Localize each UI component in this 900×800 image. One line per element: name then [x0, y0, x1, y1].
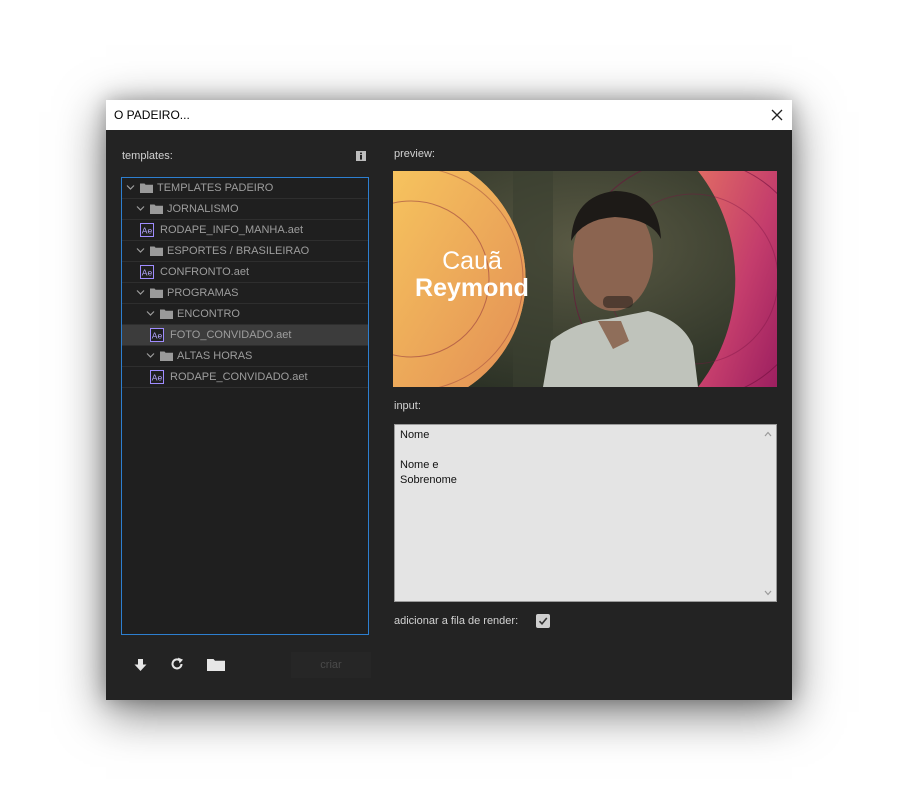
- tree-file-row[interactable]: Ae FOTO_CONVIDADO.aet: [122, 325, 368, 346]
- checkmark-icon: [538, 617, 548, 626]
- folder-icon: [150, 204, 163, 214]
- info-icon[interactable]: [356, 151, 366, 161]
- folder-icon: [160, 351, 173, 361]
- svg-text:Ae: Ae: [152, 373, 163, 383]
- folder-icon: [150, 246, 163, 256]
- render-queue-checkbox[interactable]: [536, 614, 550, 628]
- dialog-window: O PADEIRO... templates: TEMPLATES PADEIR…: [106, 100, 792, 700]
- chevron-down-icon[interactable]: [136, 246, 145, 255]
- tree-folder-row[interactable]: ENCONTRO: [122, 304, 368, 325]
- tree-item-label: JORNALISMO: [167, 203, 239, 215]
- tree-item-label: TEMPLATES PADEIRO: [157, 182, 274, 194]
- tree-file-row[interactable]: Ae RODAPE_CONVIDADO.aet: [122, 367, 368, 388]
- tree-file-row[interactable]: Ae CONFRONTO.aet: [122, 262, 368, 283]
- scroll-up-icon[interactable]: [764, 431, 772, 437]
- chevron-down-icon[interactable]: [146, 351, 155, 360]
- tree-item-label: ESPORTES / BRASILEIRAO: [167, 245, 310, 257]
- template-tree[interactable]: TEMPLATES PADEIRO JORNALISMO Ae RODAPE_INFO…: [121, 177, 369, 635]
- tree-folder-row[interactable]: TEMPLATES PADEIRO: [122, 178, 368, 199]
- create-button[interactable]: criar: [291, 652, 371, 678]
- scroll-down-icon[interactable]: [764, 590, 772, 596]
- preview-label: preview:: [394, 148, 435, 160]
- after-effects-file-icon: Ae: [140, 223, 154, 237]
- input-line: [400, 443, 771, 458]
- svg-text:Ae: Ae: [152, 331, 163, 341]
- preview-last-name: Reymond: [415, 274, 529, 302]
- close-icon: [771, 109, 783, 121]
- refresh-icon[interactable]: [170, 657, 184, 671]
- after-effects-file-icon: Ae: [150, 328, 164, 342]
- after-effects-file-icon: Ae: [140, 265, 154, 279]
- svg-text:Ae: Ae: [142, 226, 153, 236]
- preview-image: Cauã Reymond: [393, 171, 777, 387]
- tree-folder-row[interactable]: ESPORTES / BRASILEIRAO: [122, 241, 368, 262]
- folder-icon[interactable]: [207, 658, 225, 671]
- render-queue-label: adicionar a fila de render:: [394, 615, 519, 627]
- close-button[interactable]: [762, 100, 792, 130]
- chevron-down-icon[interactable]: [136, 288, 145, 297]
- input-textarea[interactable]: Nome Nome e Sobrenome: [394, 424, 777, 602]
- preview-first-name: Cauã: [442, 247, 502, 275]
- tree-item-label: ENCONTRO: [177, 308, 240, 320]
- input-line: Nome: [400, 429, 430, 441]
- tree-item-label: RODAPE_CONVIDADO.aet: [170, 371, 308, 383]
- input-line: Sobrenome: [400, 474, 457, 486]
- input-label: input:: [394, 400, 421, 412]
- svg-text:Ae: Ae: [142, 268, 153, 278]
- tree-item-label: RODAPE_INFO_MANHA.aet: [160, 224, 304, 236]
- templates-label: templates:: [122, 150, 173, 162]
- title-bar: O PADEIRO...: [106, 100, 792, 130]
- download-icon[interactable]: [134, 658, 147, 672]
- tree-folder-row[interactable]: PROGRAMAS: [122, 283, 368, 304]
- chevron-down-icon[interactable]: [136, 204, 145, 213]
- tree-folder-row[interactable]: ALTAS HORAS: [122, 346, 368, 367]
- chevron-down-icon[interactable]: [146, 309, 155, 318]
- folder-icon: [140, 183, 153, 193]
- chevron-down-icon[interactable]: [126, 183, 135, 192]
- input-line: Nome e: [400, 459, 439, 471]
- tree-item-label: PROGRAMAS: [167, 287, 239, 299]
- folder-icon: [160, 309, 173, 319]
- tree-folder-row[interactable]: JORNALISMO: [122, 199, 368, 220]
- tree-item-label: ALTAS HORAS: [177, 350, 253, 362]
- tree-file-row[interactable]: Ae RODAPE_INFO_MANHA.aet: [122, 220, 368, 241]
- tree-item-label: FOTO_CONVIDADO.aet: [170, 329, 292, 341]
- tree-item-label: CONFRONTO.aet: [160, 266, 250, 278]
- folder-icon: [150, 288, 163, 298]
- after-effects-file-icon: Ae: [150, 370, 164, 384]
- window-title: O PADEIRO...: [114, 108, 190, 122]
